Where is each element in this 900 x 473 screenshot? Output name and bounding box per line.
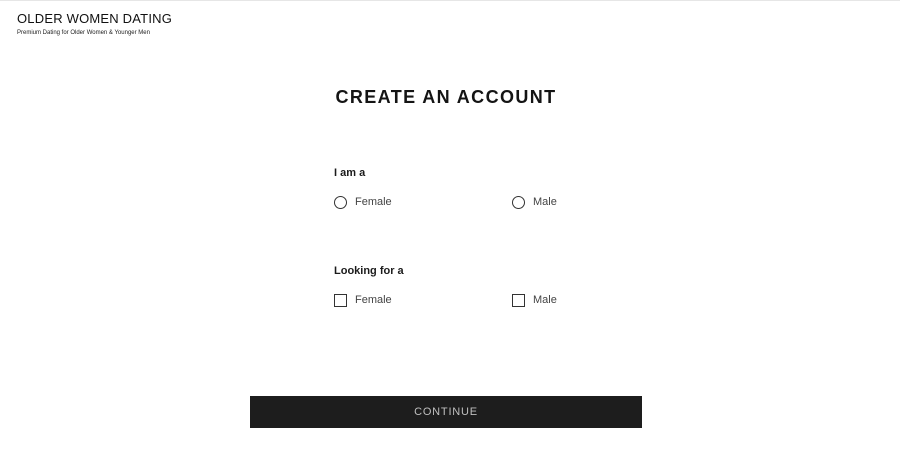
page: OLDER WOMEN DATING Premium Dating for Ol… <box>0 0 900 473</box>
option-label: Male <box>533 294 557 306</box>
looking-for-female-option[interactable]: Female <box>334 292 392 308</box>
radio-button[interactable] <box>334 195 347 209</box>
looking-for-male-option[interactable]: Male <box>512 292 557 308</box>
option-label: Female <box>355 196 392 208</box>
i-am-label: I am a <box>334 167 366 179</box>
checkbox[interactable] <box>512 293 525 307</box>
option-label: Male <box>533 196 557 208</box>
i-am-female-option[interactable]: Female <box>334 194 392 210</box>
radio-button[interactable] <box>512 195 525 209</box>
brand-name: OLDER WOMEN DATING <box>17 11 173 26</box>
option-label: Female <box>355 294 392 306</box>
looking-for-label: Looking for a <box>334 265 404 277</box>
i-am-male-option[interactable]: Male <box>512 194 557 210</box>
checkbox[interactable] <box>334 293 347 307</box>
brand-tagline: Premium Dating for Older Women & Younger… <box>17 30 150 36</box>
page-title: CREATE AN ACCOUNT <box>335 87 557 107</box>
brand-logo[interactable]: OLDER WOMEN DATING Premium Dating for Ol… <box>17 11 172 37</box>
continue-button[interactable]: CONTINUE <box>250 396 642 428</box>
